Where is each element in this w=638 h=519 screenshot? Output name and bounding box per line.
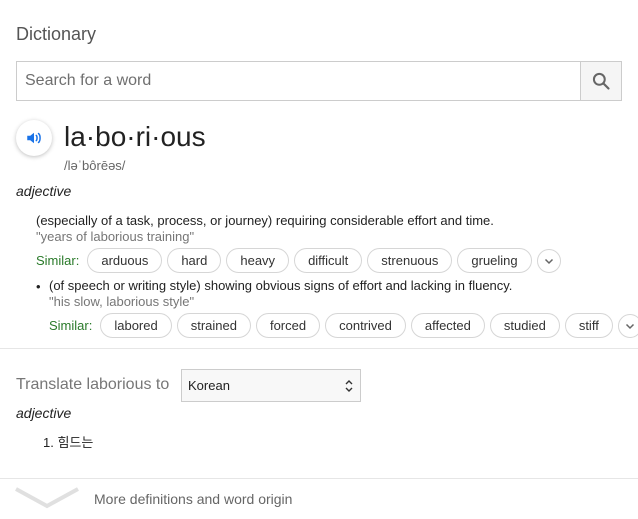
similar-word-chip[interactable]: contrived: [325, 313, 406, 338]
similar-label: Similar:: [49, 318, 93, 333]
similar-word-chip[interactable]: forced: [255, 313, 321, 338]
similar-word-chip[interactable]: strenuous: [367, 248, 453, 273]
search-button[interactable]: [580, 62, 621, 100]
definition-example: "years of laborious training": [36, 229, 195, 244]
translation-result: 1. 힘드는: [43, 432, 93, 451]
similar-label: Similar:: [36, 253, 80, 268]
similar-word-chip[interactable]: strained: [176, 313, 251, 338]
similar-word-chip[interactable]: heavy: [226, 248, 290, 273]
similar-word-chip[interactable]: studied: [489, 313, 560, 338]
similar-word-chip[interactable]: labored: [100, 313, 172, 338]
language-select[interactable]: Korean: [181, 369, 361, 402]
search-input[interactable]: [17, 62, 580, 100]
phonetic: /ləˈbôrēəs/: [64, 158, 126, 173]
pronunciation-button[interactable]: [16, 120, 52, 156]
card-title: Dictionary: [16, 24, 97, 44]
translation-text: 힘드는: [57, 435, 94, 450]
more-definitions-label: More definitions and word origin: [94, 491, 293, 507]
selected-language: Korean: [188, 378, 230, 393]
part-of-speech: adjective: [16, 183, 72, 199]
more-definitions-link[interactable]: More definitions and word origin: [0, 479, 638, 519]
bullet-marker: •: [36, 279, 41, 294]
similar-word-chip[interactable]: arduous: [87, 248, 163, 273]
search-bar: [16, 61, 622, 101]
expand-similar-button[interactable]: [536, 248, 561, 273]
translation-number: 1.: [43, 435, 54, 450]
headword: la·bo·ri·ous: [64, 121, 206, 152]
similar-word-chip[interactable]: stiff: [564, 313, 613, 338]
similar-word-chip[interactable]: affected: [410, 313, 485, 338]
chevron-down-icon: [625, 323, 634, 329]
similar-words-row: Similar: arduous hard heavy difficult st…: [36, 248, 561, 273]
select-arrows-icon: [345, 380, 353, 392]
chevron-down-icon: [544, 258, 553, 264]
translation-part-of-speech: adjective: [16, 405, 72, 421]
similar-word-chip[interactable]: hard: [167, 248, 222, 273]
similar-word-chip[interactable]: difficult: [294, 248, 363, 273]
speaker-icon: [27, 132, 41, 144]
expand-similar-button[interactable]: [617, 313, 638, 338]
similar-word-chip[interactable]: grueling: [457, 248, 532, 273]
definition-text: (especially of a task, process, or journ…: [36, 213, 494, 228]
dictionary-card: Dictionary la·bo·ri·ous /ləˈbôrēəs/ adje…: [0, 0, 638, 519]
similar-words-row: Similar: labored strained forced contriv…: [49, 313, 638, 338]
chevron-down-icon: [15, 487, 79, 509]
divider: [0, 348, 638, 349]
definition-text: (of speech or writing style) showing obv…: [49, 278, 513, 293]
search-icon: [592, 72, 610, 90]
translate-label: Translate laborious to: [16, 376, 170, 393]
definition-example: "his slow, laborious style": [49, 294, 195, 309]
